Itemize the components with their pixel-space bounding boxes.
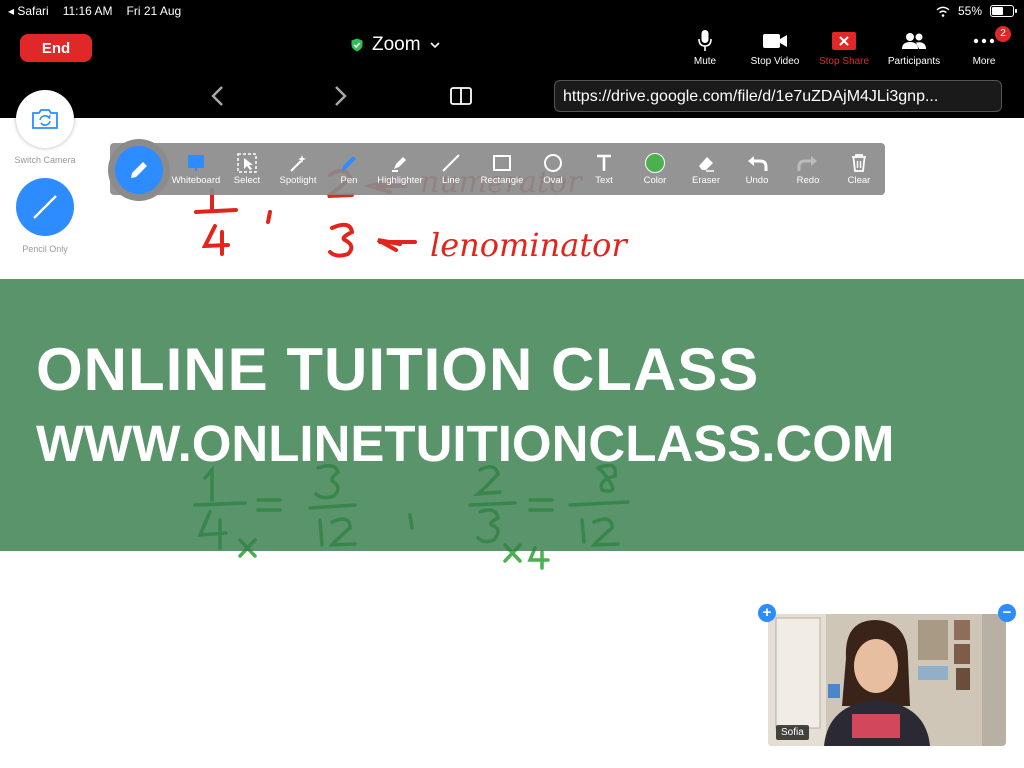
tool-label: Line — [442, 175, 460, 186]
tool-rectangle[interactable]: Rectangle — [474, 152, 530, 186]
annotation-active-pen-button[interactable] — [108, 139, 170, 201]
color-icon — [645, 153, 665, 173]
text-icon — [597, 154, 611, 171]
tool-label: Oval — [543, 175, 563, 186]
banner-website: WWW.ONLINETUITIONCLASS.COM — [36, 415, 895, 472]
line-icon — [442, 154, 460, 172]
tool-highlighter[interactable]: Highlighter — [372, 152, 428, 186]
tool-label: Spotlight — [279, 175, 317, 186]
clear-icon — [852, 154, 866, 172]
tool-label: Whiteboard — [171, 175, 221, 186]
tool-select[interactable]: Select — [219, 152, 275, 186]
tool-pen[interactable]: Pen — [321, 152, 377, 186]
switch-camera-button[interactable] — [16, 90, 74, 148]
rectangle-icon — [493, 155, 511, 171]
tool-spotlight[interactable]: Spotlight — [270, 152, 326, 186]
banner-title: ONLINE TUITION CLASS — [36, 336, 760, 403]
tool-clear[interactable]: Clear — [831, 152, 887, 186]
pencil-only-button[interactable] — [16, 178, 74, 236]
select-icon — [237, 153, 257, 173]
participant-name-label: Sofia — [776, 725, 809, 740]
tool-label: Undo — [745, 175, 769, 186]
switch-camera-label: Switch Camera — [14, 155, 76, 165]
spotlight-icon — [290, 155, 306, 172]
tool-label: Select — [233, 175, 261, 186]
participant-video-thumbnail[interactable]: Sofia — [768, 614, 1006, 746]
tool-label: Eraser — [692, 175, 720, 186]
highlighter-icon — [392, 157, 406, 172]
camera-switch-icon — [32, 109, 58, 129]
expand-video-button[interactable]: + — [758, 604, 776, 622]
oval-icon — [544, 154, 562, 172]
redo-icon — [797, 156, 817, 171]
tool-label: Pen — [340, 175, 358, 186]
tool-oval[interactable]: Oval — [525, 152, 581, 186]
minimize-video-button[interactable]: − — [998, 604, 1016, 622]
tool-redo[interactable]: Redo — [780, 152, 836, 186]
tool-label: Text — [595, 175, 613, 186]
tool-label: Color — [643, 175, 667, 186]
tool-label: Clear — [847, 175, 871, 186]
pencil-icon — [33, 195, 57, 219]
minus-icon: − — [1002, 604, 1012, 621]
pen-active-icon — [131, 162, 147, 178]
tool-undo[interactable]: Undo — [729, 152, 785, 186]
pen-icon — [342, 156, 356, 171]
plus-icon: + — [762, 604, 772, 621]
tool-line[interactable]: Line — [423, 152, 479, 186]
tool-eraser[interactable]: Eraser — [678, 152, 734, 186]
tool-text[interactable]: Text — [576, 152, 632, 186]
pencil-only-label: Pencil Only — [22, 244, 68, 254]
tool-color[interactable]: Color — [627, 152, 683, 186]
denominator-handwritten-label: lenominator — [430, 226, 628, 264]
tool-label: Redo — [796, 175, 820, 186]
undo-icon — [748, 156, 768, 171]
whiteboard-icon — [188, 155, 204, 171]
promo-banner-overlay: ONLINE TUITION CLASS WWW.ONLINETUITIONCL… — [0, 279, 1024, 551]
tool-label: Highlighter — [377, 175, 423, 186]
tool-label: Rectangle — [480, 175, 524, 186]
tool-whiteboard[interactable]: Whiteboard — [168, 152, 224, 186]
eraser-icon — [699, 157, 714, 172]
